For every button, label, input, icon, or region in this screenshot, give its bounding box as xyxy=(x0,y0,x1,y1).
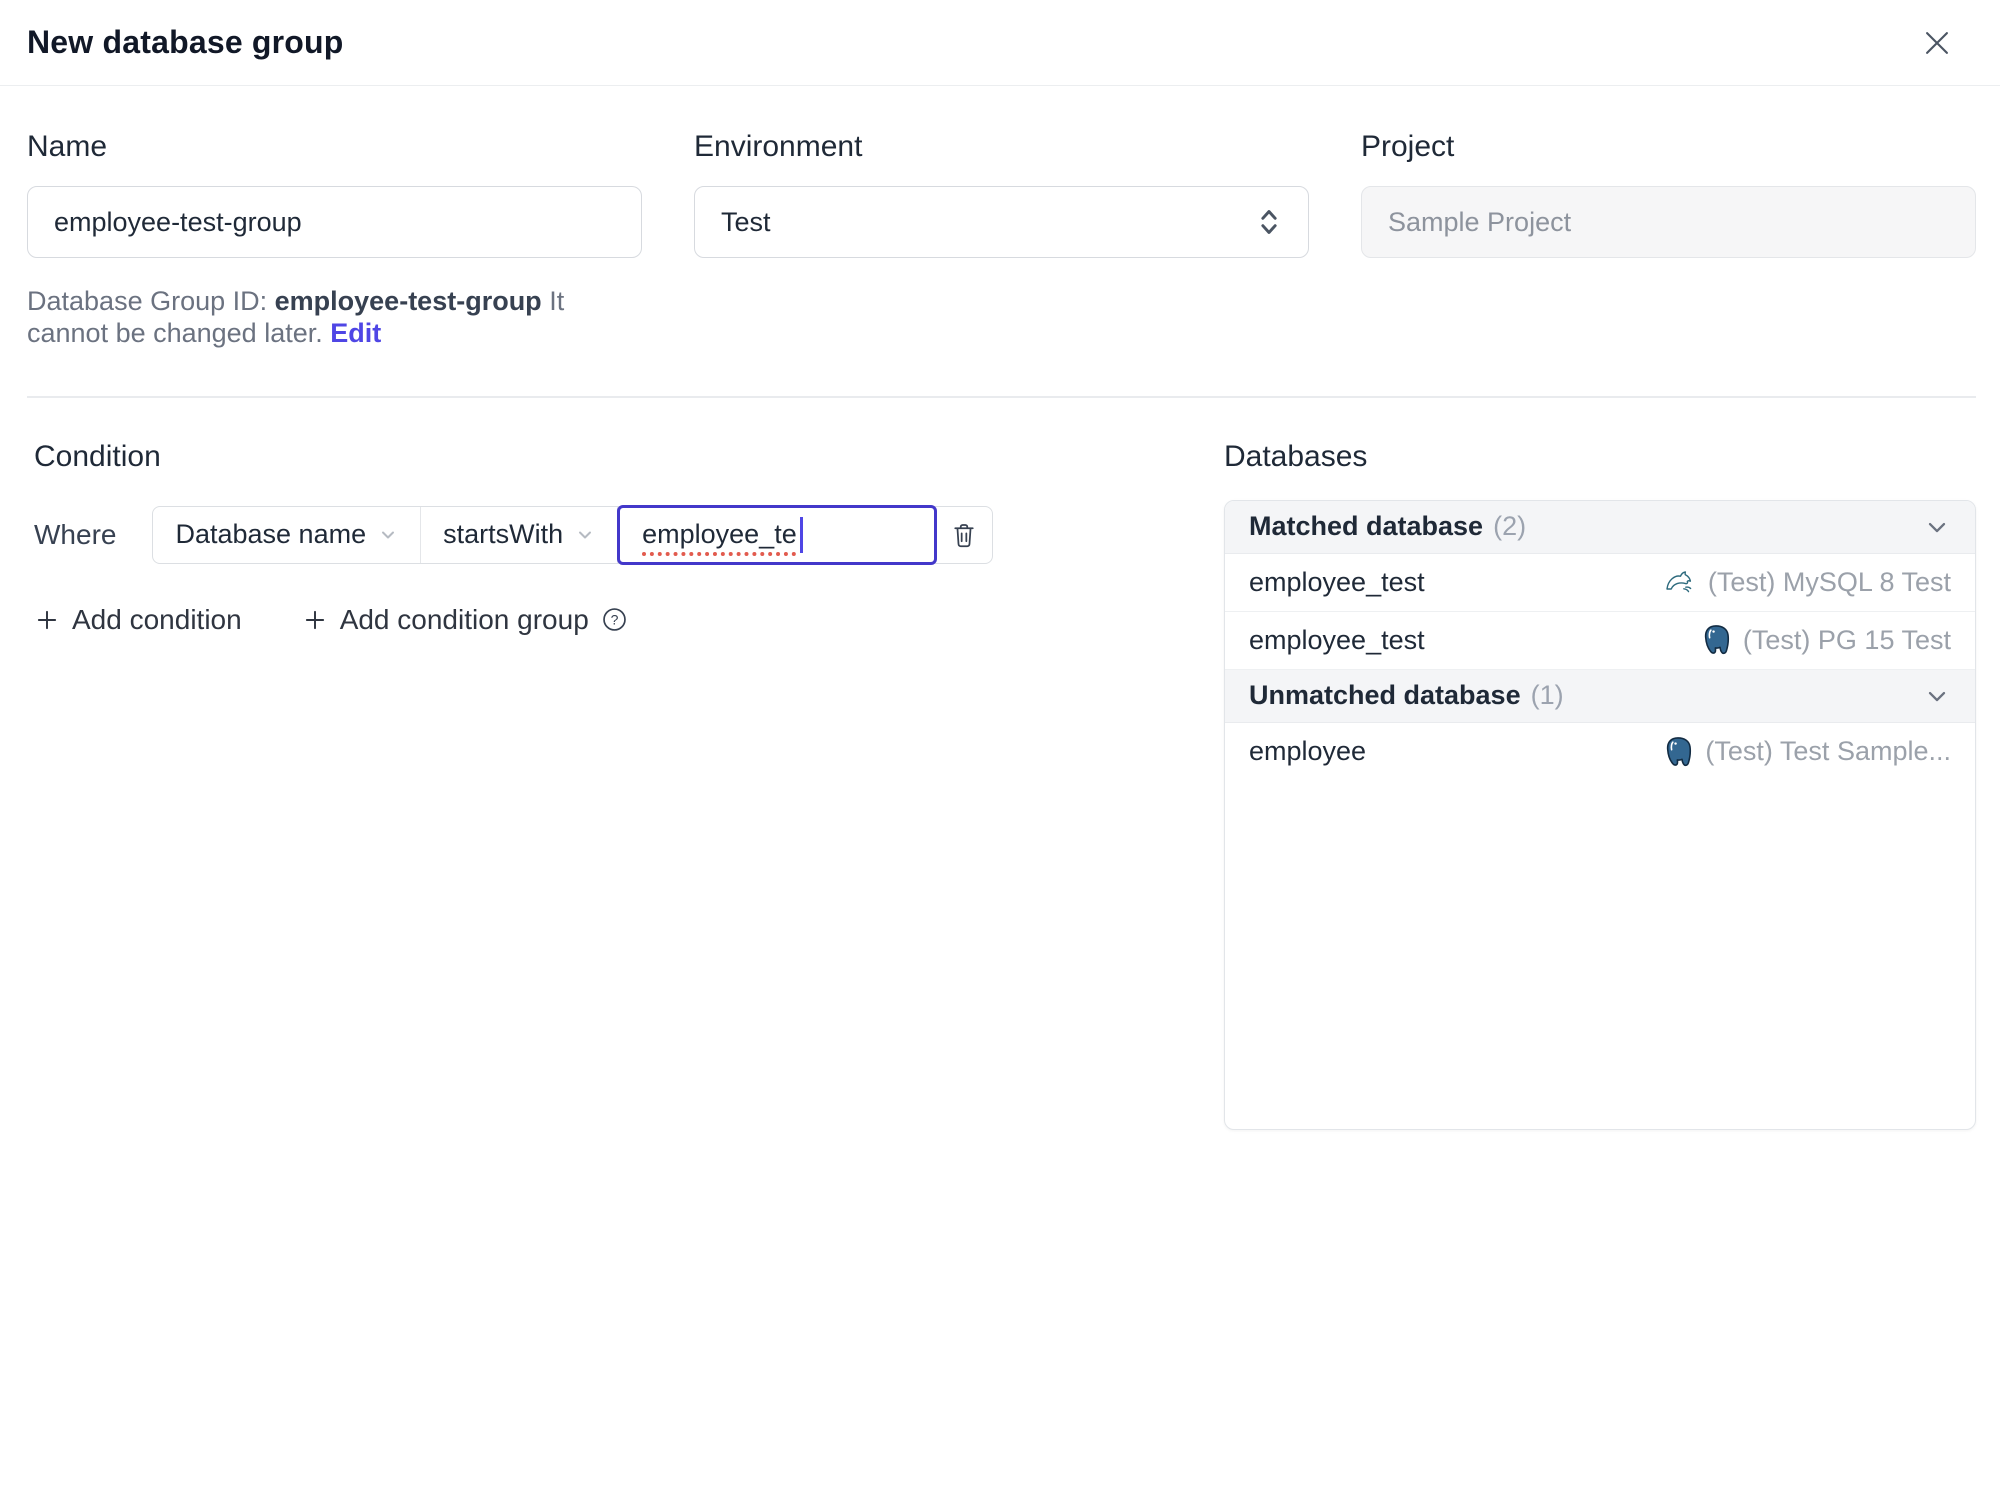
matched-database-count: (2) xyxy=(1493,511,1527,542)
environment-selected-value: Test xyxy=(721,206,771,237)
form-row: Name employee-test-group Database Group … xyxy=(0,86,2000,350)
trash-icon xyxy=(950,520,978,550)
chevron-down-icon xyxy=(575,525,595,545)
where-label: Where xyxy=(34,518,117,550)
project-label: Project xyxy=(1361,130,1455,163)
chevron-down-icon[interactable] xyxy=(1923,513,1951,541)
project-value: Sample Project xyxy=(1388,206,1572,237)
condition-operator-select[interactable]: startsWith xyxy=(421,506,619,563)
chevron-down-icon[interactable] xyxy=(1923,682,1951,710)
database-row[interactable]: employee_test (Test) PG 15 Test xyxy=(1225,611,1975,670)
databases-heading: Databases xyxy=(1224,439,1368,473)
edit-link[interactable]: Edit xyxy=(330,318,381,348)
database-instance-label: (Test) Test Sample... xyxy=(1705,736,1951,767)
database-instance-label: (Test) MySQL 8 Test xyxy=(1707,566,1951,597)
database-name: employee_test xyxy=(1249,566,1425,597)
database-row[interactable]: employee_test (Test) MySQL 8 Test xyxy=(1225,553,1975,612)
environment-field-group: Environment Test xyxy=(694,130,1309,350)
database-name: employee_test xyxy=(1249,624,1425,655)
helper-group-id: employee-test-group xyxy=(274,286,542,316)
condition-row: Where Database name startsWith employee_… xyxy=(34,504,1160,565)
svg-text:?: ? xyxy=(610,612,618,628)
delete-condition-button[interactable] xyxy=(936,507,992,563)
database-instance-label: (Test) PG 15 Test xyxy=(1742,624,1951,655)
project-input: Sample Project xyxy=(1361,186,1976,258)
condition-section: Condition Where Database name startsWith xyxy=(27,440,1160,1130)
database-instance: (Test) MySQL 8 Test xyxy=(1662,566,1951,598)
unmatched-database-header[interactable]: Unmatched database (1) xyxy=(1225,669,1975,723)
add-condition-group-label: Add condition group xyxy=(339,603,589,635)
chevrons-up-down-icon xyxy=(1256,206,1282,238)
name-field-group: Name employee-test-group Database Group … xyxy=(27,130,642,350)
matched-database-header[interactable]: Matched database (2) xyxy=(1225,500,1975,554)
database-instance: (Test) PG 15 Test xyxy=(1701,624,1951,656)
database-name: employee xyxy=(1249,736,1367,767)
plus-icon xyxy=(302,607,328,633)
page-title: New database group xyxy=(27,24,344,60)
add-condition-label: Add condition xyxy=(72,603,242,635)
matched-database-label: Matched database xyxy=(1249,511,1484,542)
databases-panel: Matched database (2) employee_test (Test)… xyxy=(1224,499,1976,1130)
dialog-header: New database group xyxy=(0,0,2000,86)
postgres-icon xyxy=(1701,624,1731,656)
name-input[interactable]: employee-test-group xyxy=(27,186,642,258)
help-icon[interactable]: ? xyxy=(601,606,628,633)
unmatched-database-title: Unmatched database (1) xyxy=(1249,680,1564,711)
name-label: Name xyxy=(27,130,108,163)
add-condition-button[interactable]: Add condition xyxy=(34,604,242,636)
project-field-group: Project Sample Project xyxy=(1361,130,1976,350)
condition-operator-value: startsWith xyxy=(443,519,564,550)
condition-value-text: employee_te xyxy=(642,519,797,550)
helper-prefix: Database Group ID: xyxy=(27,286,275,316)
database-instance: (Test) Test Sample... xyxy=(1663,736,1951,768)
database-row[interactable]: employee (Test) Test Sample... xyxy=(1225,722,1975,781)
condition-actions: Add condition Add condition group ? xyxy=(34,604,1160,636)
unmatched-database-count: (1) xyxy=(1530,680,1564,711)
group-id-helper: Database Group ID: employee-test-group I… xyxy=(27,286,642,350)
add-condition-group-button[interactable]: Add condition group ? xyxy=(302,604,628,636)
databases-section: Databases Matched database (2) employee_t… xyxy=(1224,440,1976,1130)
condition-expression-group: Database name startsWith employee_te xyxy=(152,504,994,565)
text-caret xyxy=(799,516,803,553)
condition-field-value: Database name xyxy=(175,519,367,550)
condition-heading: Condition xyxy=(34,439,161,473)
environment-label: Environment xyxy=(694,130,863,163)
close-button[interactable] xyxy=(1914,20,1960,66)
plus-icon xyxy=(34,607,60,633)
unmatched-database-label: Unmatched database xyxy=(1249,680,1521,711)
postgres-icon xyxy=(1663,736,1693,768)
close-icon xyxy=(1920,26,1954,60)
environment-select[interactable]: Test xyxy=(694,186,1309,258)
mysql-icon xyxy=(1662,566,1696,598)
main-content: Condition Where Database name startsWith xyxy=(0,398,2000,1130)
chevron-down-icon xyxy=(378,525,398,545)
name-input-value: employee-test-group xyxy=(54,206,302,237)
condition-field-select[interactable]: Database name xyxy=(153,506,422,563)
condition-value-input[interactable]: employee_te xyxy=(617,504,938,565)
matched-database-title: Matched database (2) xyxy=(1249,511,1526,542)
